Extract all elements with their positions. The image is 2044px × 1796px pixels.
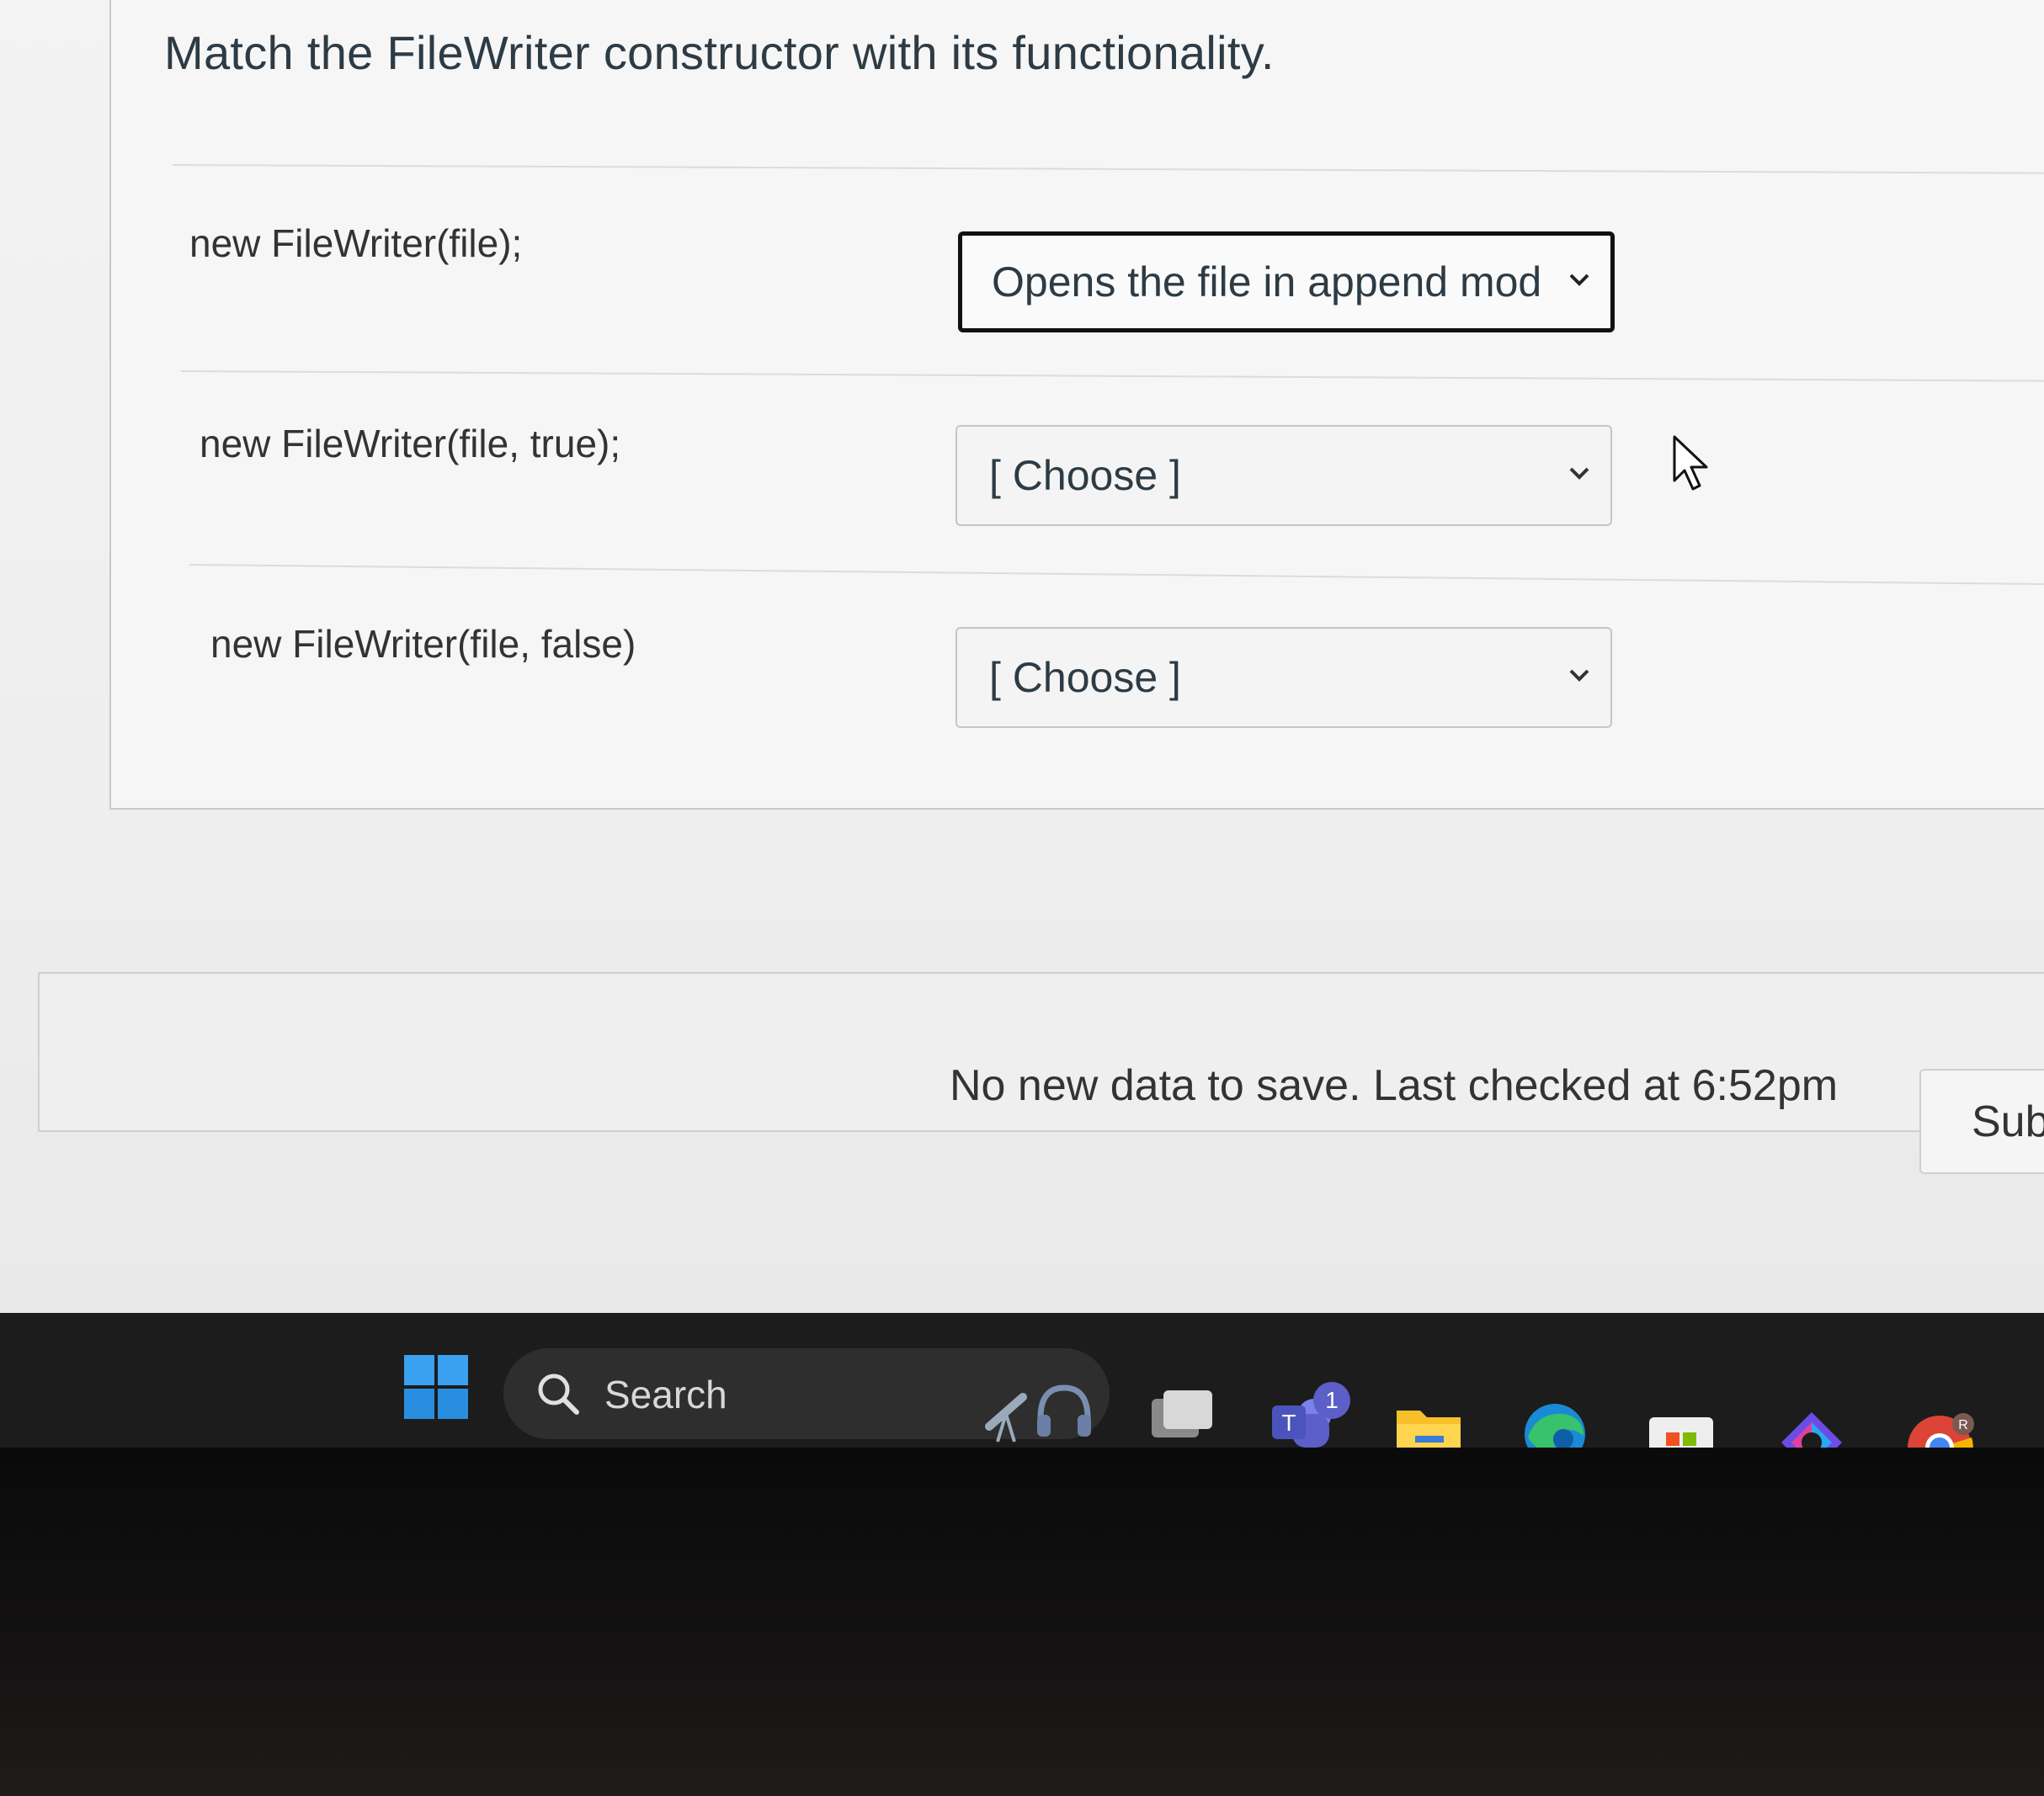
question-title: Match the FileWriter constructor with it… — [164, 26, 1275, 79]
match-select-value: [ Choose ] — [989, 452, 1181, 499]
match-select-1[interactable]: Opens the file in append mod — [958, 231, 1615, 332]
autosave-status: No new data to save. Last checked at 6:5… — [950, 1061, 1839, 1110]
chevron-down-icon — [1569, 274, 1589, 286]
mouse-pointer-icon — [1673, 435, 1708, 491]
match-prompt-1: new FileWriter(file); — [189, 221, 523, 265]
windows-start-icon[interactable] — [404, 1355, 468, 1419]
teams-notification-badge: 1 — [1313, 1382, 1350, 1419]
search-icon — [538, 1374, 579, 1415]
headset-icon — [1037, 1384, 1091, 1437]
svg-text:T: T — [1281, 1410, 1296, 1436]
chevron-down-icon — [1569, 467, 1589, 480]
match-select-value: Opens the file in append mod — [992, 258, 1542, 306]
match-select-value: [ Choose ] — [989, 654, 1181, 701]
match-prompt-2: new FileWriter(file, true); — [200, 422, 621, 465]
chevron-down-icon — [1569, 669, 1589, 682]
submit-quiz-button[interactable]: Sub — [1919, 1069, 2044, 1174]
match-prompt-3: new FileWriter(file, false) — [210, 622, 636, 666]
match-select-3[interactable]: [ Choose ] — [955, 627, 1612, 728]
chrome-profile-letter: R — [1958, 1418, 1968, 1432]
task-view-icon[interactable] — [1147, 1380, 1217, 1451]
monitor-bezel — [0, 1448, 2044, 1796]
match-select-2[interactable]: [ Choose ] — [955, 425, 1612, 526]
search-label: Search — [604, 1373, 727, 1416]
browser-viewport: Match the FileWriter constructor with it… — [0, 0, 2044, 1313]
